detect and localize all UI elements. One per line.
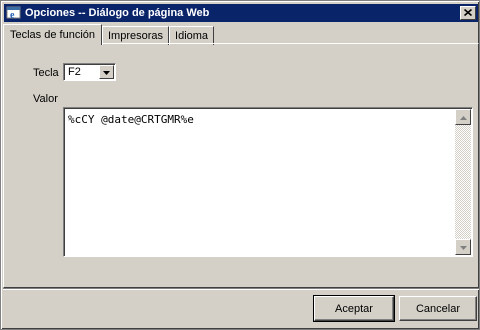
- scroll-down-button[interactable]: [455, 239, 471, 255]
- tecla-select[interactable]: F2: [63, 63, 116, 81]
- svg-text:e: e: [10, 10, 15, 21]
- tecla-dropdown-button[interactable]: [99, 65, 114, 79]
- cancel-button[interactable]: Cancelar: [399, 296, 477, 321]
- valor-text: %cCY @date@CRTGMR%e: [68, 113, 194, 126]
- tecla-select-value: F2: [68, 66, 81, 78]
- footer-separator: [3, 288, 479, 290]
- title-bar[interactable]: e Opciones -- Diálogo de página Web: [4, 4, 478, 22]
- accept-button[interactable]: Aceptar: [313, 295, 395, 322]
- close-button[interactable]: [460, 6, 476, 20]
- tab-teclas-de-funcion[interactable]: Teclas de función: [3, 24, 102, 45]
- chevron-down-icon: [103, 66, 110, 78]
- tecla-label: Tecla: [33, 67, 59, 79]
- scroll-up-button[interactable]: [455, 109, 471, 125]
- dialog-title: Opciones -- Diálogo de página Web: [25, 7, 210, 19]
- tab-strip: Teclas de función Impresoras Idioma: [3, 24, 215, 45]
- valor-label: Valor: [33, 93, 58, 105]
- ie-window-icon: e: [6, 5, 22, 21]
- options-dialog: e Opciones -- Diálogo de página Web Tecl…: [0, 0, 480, 330]
- arrow-down-icon: [459, 241, 467, 253]
- arrow-up-icon: [459, 111, 467, 123]
- valor-textarea[interactable]: %cCY @date@CRTGMR%e: [63, 107, 473, 257]
- vertical-scrollbar[interactable]: [455, 109, 471, 255]
- close-icon: [463, 7, 473, 19]
